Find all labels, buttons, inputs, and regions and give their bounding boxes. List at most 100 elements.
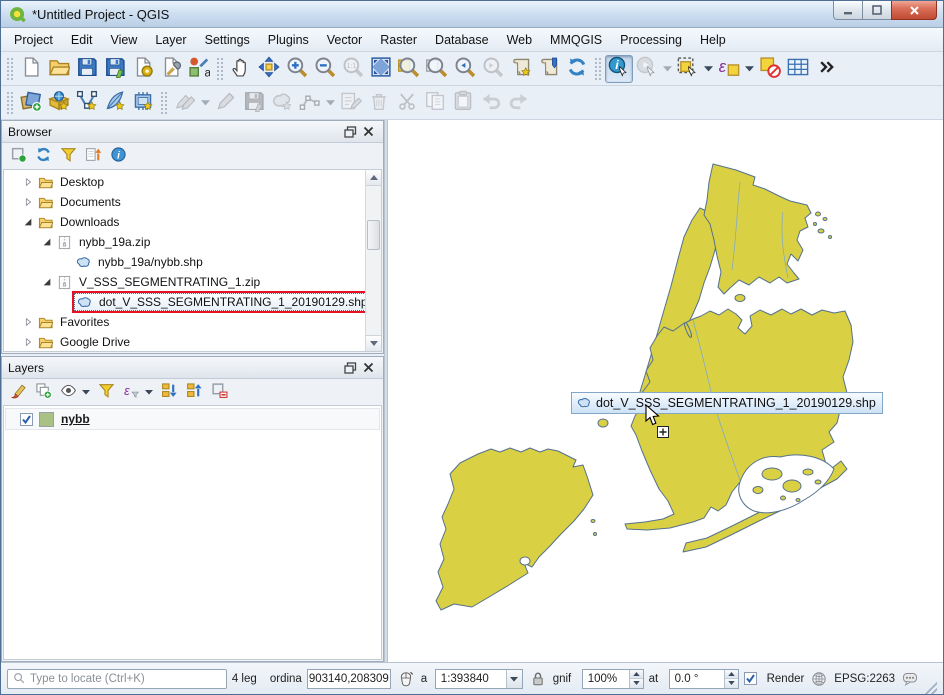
map-canvas[interactable]: dot_V_SSS_SEGMENTRATING_1_20190129.shp bbox=[388, 120, 943, 662]
scrollbar-thumb[interactable] bbox=[367, 220, 380, 250]
maximize-button[interactable] bbox=[863, 1, 891, 20]
toolbar-grip[interactable] bbox=[594, 57, 602, 81]
rotation-spinner[interactable]: 0.0 ° bbox=[669, 669, 739, 689]
browser-item-dot-v-sss-segmentrating-1-20190129-shp[interactable]: dot_V_SSS_SEGMENTRATING_1_20190129.shp bbox=[4, 292, 364, 312]
menu-raster[interactable]: Raster bbox=[371, 30, 426, 50]
scroll-down-icon[interactable] bbox=[366, 335, 381, 351]
filter-legend-button[interactable] bbox=[95, 381, 117, 403]
browser-scrollbar[interactable] bbox=[365, 170, 381, 351]
zoom-out-button[interactable] bbox=[311, 55, 339, 83]
manage-map-themes-button[interactable] bbox=[57, 381, 79, 403]
menu-processing[interactable]: Processing bbox=[611, 30, 691, 50]
browser-close-button[interactable] bbox=[359, 124, 377, 140]
refresh-map-button[interactable] bbox=[563, 55, 591, 83]
new-virtual-layer-button[interactable] bbox=[129, 89, 157, 117]
select-by-expression-button[interactable]: ε bbox=[715, 55, 743, 83]
toolbar-grip[interactable] bbox=[160, 91, 168, 115]
layers-close-button[interactable] bbox=[359, 360, 377, 376]
crs-globe-icon[interactable] bbox=[809, 669, 829, 689]
filter-browser-button[interactable] bbox=[57, 145, 79, 167]
menu-settings[interactable]: Settings bbox=[196, 30, 259, 50]
collapsed-arrow-icon[interactable] bbox=[20, 334, 36, 350]
save-project-button[interactable] bbox=[73, 55, 101, 83]
toolbar-overflow-button[interactable] bbox=[812, 55, 840, 83]
menu-vector[interactable]: Vector bbox=[318, 30, 371, 50]
collapsed-arrow-icon[interactable] bbox=[20, 314, 36, 330]
browser-item-desktop[interactable]: Desktop bbox=[4, 172, 364, 192]
browser-float-button[interactable] bbox=[341, 124, 359, 140]
open-attribute-table-button[interactable] bbox=[784, 55, 812, 83]
rotation-up-icon[interactable] bbox=[725, 670, 738, 680]
data-source-manager-button[interactable] bbox=[17, 89, 45, 117]
browser-item-downloads[interactable]: Downloads bbox=[4, 212, 364, 232]
layer-row-nybb[interactable]: nybb bbox=[5, 408, 380, 430]
close-button[interactable] bbox=[891, 1, 937, 20]
render-check-icon[interactable] bbox=[744, 672, 757, 685]
zoom-to-layer-button[interactable] bbox=[395, 55, 423, 83]
expanded-arrow-icon[interactable] bbox=[39, 234, 55, 250]
layers-float-button[interactable] bbox=[341, 360, 359, 376]
collapsed-arrow-icon[interactable] bbox=[20, 174, 36, 190]
crs-status[interactable]: EPSG:2263 bbox=[834, 673, 895, 685]
locate-input[interactable]: Type to locate (Ctrl+K) bbox=[7, 669, 227, 689]
manage-map-themes-dropdown-icon[interactable] bbox=[82, 388, 92, 396]
identify-features-button[interactable]: i bbox=[605, 55, 633, 83]
scale-dropdown-icon[interactable] bbox=[506, 670, 522, 688]
new-spatialite-layer-button[interactable] bbox=[101, 89, 129, 117]
menu-web[interactable]: Web bbox=[498, 30, 541, 50]
new-print-layout-button[interactable] bbox=[129, 55, 157, 83]
collapse-all-layers-button[interactable] bbox=[183, 381, 205, 403]
select-by-expression-dropdown-icon[interactable] bbox=[743, 55, 756, 83]
add-group-button[interactable] bbox=[32, 381, 54, 403]
browser-item-v-sss-segmentrating-1-zip[interactable]: V_SSS_SEGMENTRATING_1.zip bbox=[4, 272, 364, 292]
expanded-arrow-icon[interactable] bbox=[20, 214, 36, 230]
extents-toggle-icon[interactable] bbox=[396, 669, 416, 689]
collapsed-arrow-icon[interactable] bbox=[20, 194, 36, 210]
browser-item-favorites[interactable]: Favorites bbox=[4, 312, 364, 332]
zoom-full-button[interactable] bbox=[367, 55, 395, 83]
browser-item-documents[interactable]: Documents bbox=[4, 192, 364, 212]
expand-all-button[interactable] bbox=[158, 381, 180, 403]
rotation-down-icon[interactable] bbox=[725, 679, 738, 688]
deselect-all-button[interactable] bbox=[756, 55, 784, 83]
browser-item-nybb-19a-nybb-shp[interactable]: nybb_19a/nybb.shp bbox=[4, 252, 364, 272]
magnifier-up-icon[interactable] bbox=[630, 670, 643, 680]
coordinate-input[interactable]: 903140,208309 bbox=[307, 669, 391, 689]
zoom-last-button[interactable] bbox=[451, 55, 479, 83]
browser-item-nybb-19a-zip[interactable]: nybb_19a.zip bbox=[4, 232, 364, 252]
toolbar-grip[interactable] bbox=[216, 57, 224, 81]
scale-combo[interactable]: 1:393840 bbox=[435, 669, 523, 689]
new-geopackage-layer-button[interactable] bbox=[45, 89, 73, 117]
messages-icon[interactable] bbox=[900, 669, 920, 689]
toolbar-grip[interactable] bbox=[6, 57, 14, 81]
magnifier-down-icon[interactable] bbox=[630, 679, 643, 688]
pan-map-button[interactable] bbox=[227, 55, 255, 83]
expanded-arrow-icon[interactable] bbox=[39, 274, 55, 290]
menu-edit[interactable]: Edit bbox=[62, 30, 102, 50]
menu-layer[interactable]: Layer bbox=[146, 30, 195, 50]
browser-item-google-drive[interactable]: Google Drive bbox=[4, 332, 364, 352]
collapse-all-button[interactable] bbox=[82, 145, 104, 167]
magnifier-spinner[interactable]: 100% bbox=[582, 669, 644, 689]
select-features-dropdown-icon[interactable] bbox=[702, 55, 715, 83]
new-project-button[interactable] bbox=[17, 55, 45, 83]
refresh-browser-button[interactable] bbox=[32, 145, 54, 167]
menu-view[interactable]: View bbox=[101, 30, 146, 50]
open-layer-styling-button[interactable] bbox=[7, 381, 29, 403]
enable-properties-widget-button[interactable]: i bbox=[107, 145, 129, 167]
titlebar[interactable]: *Untitled Project - QGIS bbox=[1, 1, 943, 28]
menu-plugins[interactable]: Plugins bbox=[259, 30, 318, 50]
remove-layer-button[interactable] bbox=[208, 381, 230, 403]
select-features-button[interactable] bbox=[674, 55, 702, 83]
filter-by-expression-dropdown-icon[interactable] bbox=[145, 388, 155, 396]
lock-scale-icon[interactable] bbox=[528, 669, 548, 689]
open-project-button[interactable] bbox=[45, 55, 73, 83]
render-checkbox[interactable]: Render bbox=[744, 672, 805, 685]
filter-by-expression-button[interactable]: ε bbox=[120, 381, 142, 403]
resize-grip[interactable] bbox=[925, 682, 937, 694]
menu-mmqgis[interactable]: MMQGIS bbox=[541, 30, 611, 50]
menu-database[interactable]: Database bbox=[426, 30, 498, 50]
zoom-in-button[interactable] bbox=[283, 55, 311, 83]
menu-project[interactable]: Project bbox=[5, 30, 62, 50]
save-project-as-button[interactable] bbox=[101, 55, 129, 83]
